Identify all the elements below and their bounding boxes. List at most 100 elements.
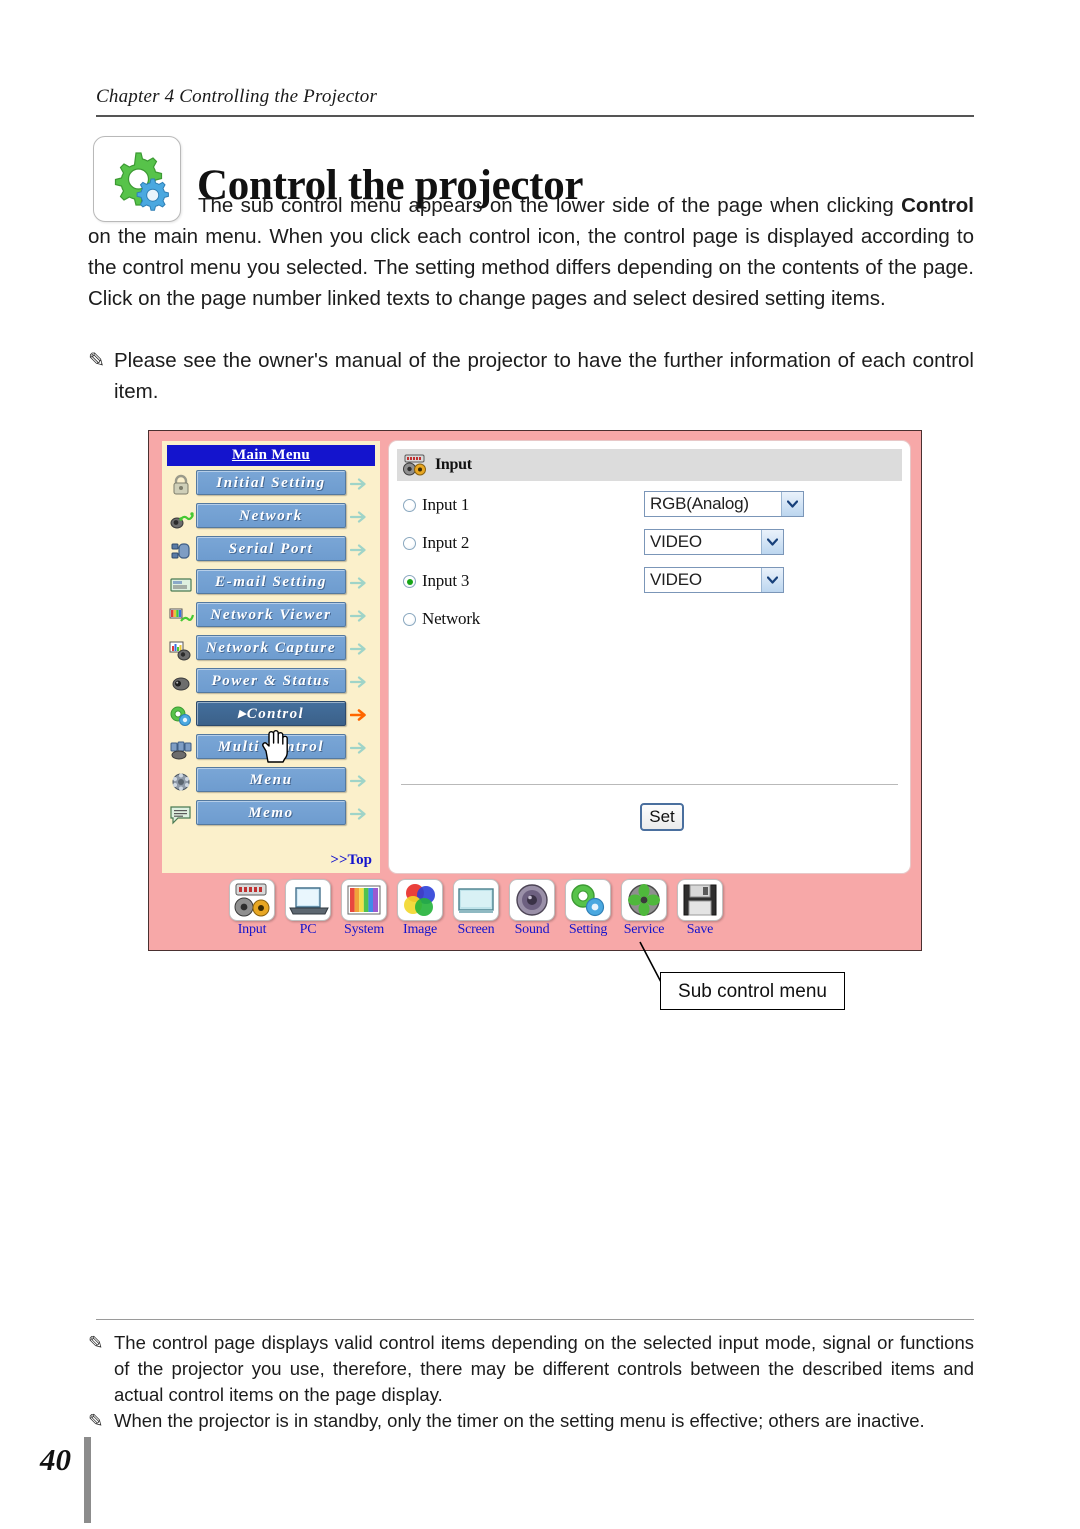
sidebar-item-label: Network: [196, 503, 346, 528]
arrow-right-icon: [349, 640, 368, 658]
footer-divider: [96, 1319, 974, 1320]
select-value: VIDEO: [650, 570, 702, 589]
sub-menu-item-label: PC: [299, 922, 317, 937]
sub-menu-item-screen[interactable]: Screen: [451, 879, 501, 943]
main-menu-list: Initial Setting Network Serial Port E-mail …: [162, 470, 380, 830]
chapter-running-head: Chapter 4 Controlling the Projector: [96, 86, 378, 107]
sub-menu-item-pc[interactable]: PC: [283, 879, 333, 943]
sub-menu-item-label: Image: [403, 922, 437, 937]
panel-divider: [401, 784, 898, 785]
arrow-right-icon: [349, 475, 368, 493]
sidebar-item-label: Power & Status: [196, 668, 346, 693]
panel-header-title: Input: [435, 456, 472, 473]
sidebar-item-menu[interactable]: Menu: [162, 767, 380, 797]
main-menu-title: Main Menu: [167, 445, 375, 466]
sidebar-item-power-status[interactable]: Power & Status: [162, 668, 380, 698]
gears-icon: [565, 879, 611, 921]
chevron-down-icon[interactable]: [761, 530, 783, 554]
footer-note-text: The control page displays valid control …: [114, 1332, 974, 1405]
sub-menu-item-save[interactable]: Save: [675, 879, 725, 943]
radio-network[interactable]: [403, 613, 416, 626]
floppy-disk-icon: [677, 879, 723, 921]
arrow-right-icon: [349, 541, 368, 559]
header-divider: [96, 115, 974, 117]
sub-menu-item-label: Input: [237, 922, 267, 937]
sub-menu-item-system[interactable]: System: [339, 879, 389, 943]
sidebar-item-network-capture[interactable]: Network Capture: [162, 635, 380, 665]
footer-note: ✎ The control page displays valid control…: [88, 1330, 974, 1408]
top-link[interactable]: >>Top: [330, 852, 372, 869]
sidebar-item-serial-port[interactable]: Serial Port: [162, 536, 380, 566]
callout-sub-control-menu: Sub control menu: [660, 972, 845, 1010]
sub-menu-item-service[interactable]: Service: [619, 879, 669, 943]
sidebar-item-network-viewer[interactable]: Network Viewer: [162, 602, 380, 632]
pencil-icon: ✎: [88, 1410, 104, 1431]
input-row-label: Input 2: [422, 533, 470, 552]
radio-input-3[interactable]: [403, 575, 416, 588]
control-gears-icon: [168, 704, 194, 728]
sidebar-item-label: E-mail Setting: [196, 569, 346, 594]
sidebar-item-label: Memo: [196, 800, 346, 825]
sub-menu-item-label: Sound: [514, 922, 550, 937]
page-number: 40: [40, 1442, 71, 1477]
intro-line1: The sub control menu appears on the lowe…: [198, 194, 894, 217]
radio-input-2[interactable]: [403, 537, 416, 550]
sub-menu-item-label: Save: [686, 922, 714, 937]
sidebar-item-label: Menu: [196, 767, 346, 792]
chevron-down-icon[interactable]: [761, 568, 783, 592]
sub-control-menu-bar: Input PC System Image Screen Sound Setting Serv…: [227, 879, 727, 943]
pencil-icon: ✎: [88, 349, 106, 372]
sub-menu-item-sound[interactable]: Sound: [507, 879, 557, 943]
sidebar-item-label: ▸Control: [196, 701, 346, 726]
input-row-label: Input 3: [422, 571, 470, 590]
sidebar-item-network[interactable]: Network: [162, 503, 380, 533]
multi-control-icon: [168, 737, 194, 761]
email-icon: [168, 572, 194, 596]
intro-note: ✎ Please see the owner's manual of the p…: [88, 345, 974, 407]
chevron-down-icon[interactable]: [781, 492, 803, 516]
arrow-right-icon: [349, 607, 368, 625]
sidebar-item-label: Network Capture: [196, 635, 346, 660]
arrow-right-icon: [349, 772, 368, 790]
sub-menu-item-image[interactable]: Image: [395, 879, 445, 943]
sub-menu-item-setting[interactable]: Setting: [563, 879, 613, 943]
sidebar-item-label: Multi Control: [196, 734, 346, 759]
sidebar-item-e-mail-setting[interactable]: E-mail Setting: [162, 569, 380, 599]
footer-notes: ✎ The control page displays valid control…: [88, 1330, 974, 1434]
select-value: VIDEO: [650, 532, 702, 551]
intro-note-text: Please see the owner's manual of the pro…: [114, 349, 974, 403]
set-button[interactable]: Set: [640, 803, 684, 831]
page-edge-bar: [84, 1437, 91, 1523]
fan-icon: [621, 879, 667, 921]
network-capture-icon: [168, 638, 194, 662]
sidebar-item-label: Initial Setting: [196, 470, 346, 495]
footer-note: ✎ When the projector is in standby, only …: [88, 1408, 974, 1434]
input-connector-icon: [401, 453, 429, 477]
sidebar-item-multi-control[interactable]: Multi Control: [162, 734, 380, 764]
sub-menu-item-label: Screen: [457, 922, 495, 937]
laptop-icon: [285, 879, 331, 921]
radio-input-1[interactable]: [403, 499, 416, 512]
sidebar-item-initial-setting[interactable]: Initial Setting: [162, 470, 380, 500]
main-menu-panel: Main Menu Initial Setting Network Serial P…: [162, 441, 380, 873]
speaker-icon: [509, 879, 555, 921]
color-circles-icon: [397, 879, 443, 921]
intro-paragraph: The sub control menu appears on the lowe…: [88, 190, 974, 314]
network-icon: [168, 506, 194, 530]
arrow-right-icon: [349, 673, 368, 691]
active-arrow-icon: [349, 706, 368, 724]
arrow-right-icon: [349, 739, 368, 757]
sub-menu-item-input[interactable]: Input: [227, 879, 277, 943]
power-status-icon: [168, 671, 194, 695]
input-row-label: Network: [422, 609, 481, 628]
sidebar-item-memo[interactable]: Memo: [162, 800, 380, 830]
color-bars-icon: [341, 879, 387, 921]
select-value: RGB(Analog): [650, 494, 749, 513]
source-select-input-3[interactable]: VIDEO: [644, 567, 784, 593]
source-select-input-2[interactable]: VIDEO: [644, 529, 784, 555]
sidebar-item-control[interactable]: ▸Control: [162, 701, 380, 731]
sidebar-item-label: Serial Port: [196, 536, 346, 561]
source-select-input-1[interactable]: RGB(Analog): [644, 491, 804, 517]
input-row: Input 2 VIDEO: [401, 529, 900, 567]
input-content-panel: Input Input 1 RGB(Analog) Input 2 VIDEO Inpu…: [389, 441, 910, 873]
